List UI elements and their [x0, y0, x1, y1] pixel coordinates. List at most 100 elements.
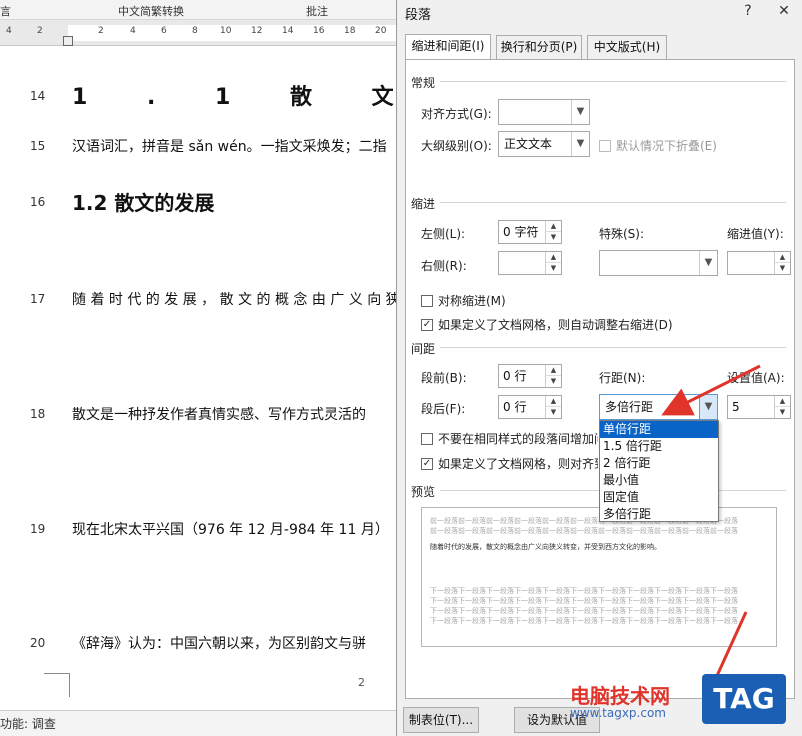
- paragraph-preview: 前一段落前一段落前一段落前一段落前一段落前一段落前一段落前一段落前一段落前一段落…: [421, 507, 777, 647]
- indent-right-spinner[interactable]: ▲ ▼: [498, 251, 562, 275]
- spacing-before-spinner[interactable]: 0 行 ▲ ▼: [498, 364, 562, 388]
- line-number: 16: [30, 195, 46, 209]
- preview-next-paragraph: 下一段落下一段落下一段落下一段落下一段落下一段落下一段落下一段落下一段落下一段落…: [430, 617, 738, 625]
- ribbon-item-chinese-conversion[interactable]: 中文简繁转换: [118, 3, 184, 19]
- spacing-before-label: 段前(B):: [421, 371, 467, 385]
- status-bar: 功能: 调查: [0, 710, 400, 736]
- paragraph-text: 《辞海》认为：中国六朝以来，为区别韵文与骈: [72, 636, 366, 652]
- chevron-down-icon[interactable]: ▼: [699, 251, 717, 275]
- indent-by-label: 缩进值(Y):: [727, 227, 784, 241]
- preview-next-paragraph: 下一段落下一段落下一段落下一段落下一段落下一段落下一段落下一段落下一段落下一段落…: [430, 587, 738, 595]
- spin-down-icon[interactable]: ▼: [546, 407, 561, 418]
- option-double[interactable]: 2 倍行距: [600, 455, 718, 472]
- tab-line-page-breaks[interactable]: 换行和分页(P): [496, 35, 582, 59]
- spinner-buttons[interactable]: ▲ ▼: [545, 221, 561, 243]
- spin-down-icon[interactable]: ▼: [775, 263, 790, 274]
- spin-up-icon[interactable]: ▲: [546, 365, 561, 376]
- snap-to-grid-checkbox[interactable]: ✓ 如果定义了文档网格，则对齐到网格(W): [421, 455, 598, 472]
- spacing-after-value: 0 行: [503, 400, 527, 414]
- ribbon-item-comments[interactable]: 批注: [306, 3, 328, 19]
- spacing-after-spinner[interactable]: 0 行 ▲ ▼: [498, 395, 562, 419]
- spinner-buttons[interactable]: ▲ ▼: [545, 396, 561, 418]
- checkbox-box: [421, 294, 433, 307]
- indent-right-label: 右侧(R):: [421, 259, 467, 273]
- option-single[interactable]: 单倍行距: [600, 421, 718, 438]
- ribbon-item-language[interactable]: 言: [0, 3, 11, 19]
- no-space-same-style-checkbox[interactable]: 不要在相同样式的段落间增加间距(C): [421, 430, 598, 447]
- ruler-number: 6: [161, 26, 167, 36]
- indent-left-label: 左侧(L):: [421, 227, 466, 241]
- indent-marker[interactable]: [63, 36, 73, 46]
- chevron-down-icon[interactable]: ▼: [699, 395, 717, 419]
- document-page[interactable]: 14 1 . 1 散 文 的 15 汉语词汇，拼音是 sǎn wén。一指文采焕…: [0, 47, 475, 705]
- indent-by-spinner[interactable]: ▲ ▼: [727, 251, 791, 275]
- spin-up-icon[interactable]: ▲: [546, 221, 561, 232]
- spin-down-icon[interactable]: ▼: [546, 232, 561, 243]
- line-spacing-select[interactable]: 多倍行距 ▼: [599, 394, 718, 420]
- line-number: 18: [30, 407, 46, 421]
- preview-previous-paragraph: 前一段落前一段落前一段落前一段落前一段落前一段落前一段落前一段落前一段落前一段落…: [430, 527, 738, 535]
- line-spacing-label: 行距(N):: [599, 371, 646, 385]
- snap-to-grid-label: 如果定义了文档网格，则对齐到网格(W): [438, 457, 598, 471]
- option-multiple[interactable]: 多倍行距: [600, 506, 718, 523]
- spacing-after-label: 段后(F):: [421, 402, 466, 416]
- horizontal-ruler[interactable]: 4 2 2 4 6 8 10 12 14 16 18 20: [0, 20, 400, 46]
- spin-down-icon[interactable]: ▼: [775, 407, 790, 418]
- ruler-number: 8: [192, 26, 198, 36]
- spinner-buttons[interactable]: ▲ ▼: [545, 252, 561, 274]
- paragraph-text: 现在北宋太平兴国（976 年 12 月-984 年 11 月）: [72, 522, 389, 538]
- section-divider: [440, 81, 786, 82]
- tabs-button[interactable]: 制表位(T)...: [403, 707, 479, 733]
- spin-down-icon[interactable]: ▼: [546, 376, 561, 387]
- chevron-down-icon[interactable]: ▼: [571, 100, 589, 124]
- line-spacing-dropdown: 单倍行距 1.5 倍行距 2 倍行距 最小值 固定值 多倍行距: [599, 420, 719, 522]
- ruler-number: 12: [251, 26, 263, 36]
- alignment-select[interactable]: ▼: [498, 99, 590, 125]
- ruler-number: 2: [98, 26, 104, 36]
- page-number: 2: [358, 676, 365, 689]
- ruler-number: 4: [130, 26, 136, 36]
- outline-level-value: 正文文本: [504, 137, 553, 151]
- preview-next-paragraph: 下一段落下一段落下一段落下一段落下一段落下一段落下一段落下一段落下一段落下一段落…: [430, 597, 738, 605]
- section-preview-title: 预览: [411, 485, 436, 499]
- option-exactly[interactable]: 固定值: [600, 489, 718, 506]
- auto-adjust-right-indent-label: 如果定义了文档网格，则自动调整右缩进(D): [438, 318, 673, 332]
- ruler-number: 4: [6, 26, 12, 36]
- spin-up-icon[interactable]: ▲: [546, 252, 561, 263]
- status-text: 功能: 调查: [0, 717, 56, 731]
- indent-left-value: 0 字符: [503, 225, 539, 239]
- ruler-number: 18: [344, 26, 356, 36]
- special-indent-select[interactable]: ▼: [599, 250, 718, 276]
- preview-sample-paragraph: 随着时代的发展，散文的概念由广义向狭义转变，并受到西方文化的影响。: [430, 543, 661, 551]
- help-button[interactable]: ?: [735, 0, 761, 22]
- chevron-down-icon[interactable]: ▼: [571, 132, 589, 156]
- checkbox-box: ✓: [421, 318, 433, 331]
- spin-down-icon[interactable]: ▼: [546, 263, 561, 274]
- spacing-at-spinner[interactable]: 5 ▲ ▼: [727, 395, 791, 419]
- section-indent-title: 缩进: [411, 197, 436, 211]
- option-at-least[interactable]: 最小值: [600, 472, 718, 489]
- ruler-number: 2: [37, 26, 43, 36]
- outline-level-select[interactable]: 正文文本 ▼: [498, 131, 590, 157]
- dialog-title: 段落: [405, 8, 432, 23]
- paragraph-text: 随 着 时 代 的 发 展 ， 散 文 的 概 念 由 广 义 向 狭 义: [72, 292, 419, 308]
- spinner-buttons[interactable]: ▲ ▼: [774, 252, 790, 274]
- option-1-5-lines[interactable]: 1.5 倍行距: [600, 438, 718, 455]
- line-number: 20: [30, 636, 46, 650]
- spin-up-icon[interactable]: ▲: [775, 252, 790, 263]
- spinner-buttons[interactable]: ▲ ▼: [774, 396, 790, 418]
- collapse-by-default-checkbox[interactable]: 默认情况下折叠(E): [599, 137, 717, 154]
- tab-asian-typography[interactable]: 中文版式(H): [587, 35, 667, 59]
- tab-indents-spacing[interactable]: 缩进和间距(I): [405, 34, 491, 59]
- spin-up-icon[interactable]: ▲: [546, 396, 561, 407]
- mirror-indents-checkbox[interactable]: 对称缩进(M): [421, 292, 506, 309]
- section-general-title: 常规: [411, 76, 436, 90]
- spin-up-icon[interactable]: ▲: [775, 396, 790, 407]
- auto-adjust-right-indent-checkbox[interactable]: ✓ 如果定义了文档网格，则自动调整右缩进(D): [421, 316, 673, 333]
- indent-left-spinner[interactable]: 0 字符 ▲ ▼: [498, 220, 562, 244]
- line-number: 19: [30, 522, 46, 536]
- checkbox-box: ✓: [421, 457, 433, 470]
- mirror-indents-label: 对称缩进(M): [438, 294, 506, 308]
- spinner-buttons[interactable]: ▲ ▼: [545, 365, 561, 387]
- close-button[interactable]: ✕: [771, 0, 797, 22]
